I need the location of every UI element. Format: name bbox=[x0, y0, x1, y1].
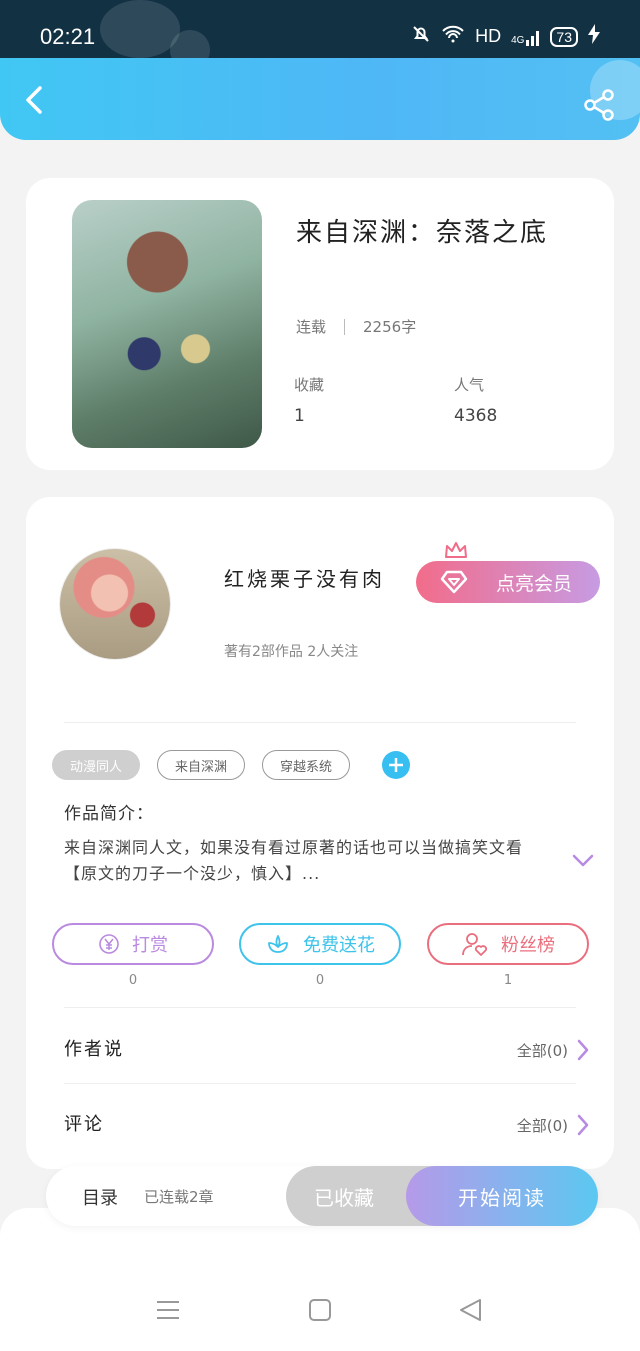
home-square-icon bbox=[309, 1299, 331, 1321]
crown-icon bbox=[445, 542, 467, 558]
expand-chevron-down-icon[interactable] bbox=[572, 853, 594, 869]
divider bbox=[64, 1007, 576, 1008]
comments-label: 评论 bbox=[64, 1114, 104, 1135]
charging-icon bbox=[588, 24, 600, 49]
diamond-icon bbox=[440, 570, 468, 594]
chevron-right-icon bbox=[577, 1114, 589, 1136]
toc-button[interactable]: 目录 bbox=[82, 1184, 118, 1210]
bottom-action-bar: 目录 已连载2章 已收藏 开始阅读 bbox=[46, 1166, 598, 1226]
toc-meta: 已连载2章 bbox=[144, 1188, 214, 1206]
intro-label: 作品简介： bbox=[64, 804, 154, 824]
mute-bell-icon bbox=[411, 24, 431, 49]
signal-icon: 4G bbox=[511, 28, 540, 46]
send-flower-label: 免费送花 bbox=[303, 935, 375, 956]
book-info-card: 来自深渊：奈落之底 连载 2256字 收藏 1 人气 4368 bbox=[26, 178, 614, 470]
status-bar: 02:21 HD 4G 73 bbox=[0, 0, 640, 70]
divider bbox=[64, 722, 576, 723]
network-label: HD bbox=[475, 26, 502, 46]
book-cover[interactable] bbox=[72, 200, 262, 448]
author-says-label: 作者说 bbox=[64, 1039, 124, 1060]
tip-button[interactable]: 打赏 bbox=[52, 923, 214, 965]
author-meta: 著有2部作品 2人关注 bbox=[224, 644, 359, 660]
book-title: 来自深渊：奈落之底 bbox=[296, 218, 549, 248]
plus-icon bbox=[389, 758, 403, 772]
home-nav-button[interactable] bbox=[308, 1298, 332, 1326]
favorites-value: 1 bbox=[294, 406, 305, 426]
tag-item[interactable]: 来自深渊 bbox=[157, 750, 245, 780]
avatar[interactable] bbox=[60, 549, 170, 659]
send-flower-button[interactable]: 免费送花 bbox=[239, 923, 401, 965]
header bbox=[0, 58, 640, 140]
back-nav-button[interactable] bbox=[458, 1298, 484, 1326]
popularity-value: 4368 bbox=[454, 406, 498, 426]
detail-card: 红烧栗子没有肉 著有2部作品 2人关注 点亮会员 动漫同人 来自深渊 穿越系统 … bbox=[26, 497, 614, 1169]
wifi-icon bbox=[441, 25, 465, 48]
favorites-label: 收藏 bbox=[294, 376, 325, 394]
fan-count: 1 bbox=[503, 973, 513, 988]
word-count: 2256字 bbox=[363, 318, 417, 336]
divider bbox=[64, 1083, 576, 1084]
tag-item[interactable]: 动漫同人 bbox=[52, 750, 140, 780]
divider bbox=[344, 318, 346, 335]
menu-icon bbox=[157, 1301, 179, 1319]
flower-count: 0 bbox=[315, 973, 325, 988]
popularity-label: 人气 bbox=[454, 376, 485, 394]
add-tag-button[interactable] bbox=[382, 751, 410, 779]
comments-all-link[interactable]: 全部(0) bbox=[517, 1114, 590, 1136]
chevron-left-icon bbox=[26, 86, 42, 114]
tip-label: 打赏 bbox=[132, 935, 168, 956]
battery-indicator: 73 bbox=[550, 26, 578, 47]
start-reading-button[interactable]: 开始阅读 bbox=[406, 1166, 598, 1226]
status-time: 02:21 bbox=[40, 24, 96, 49]
flower-icon bbox=[268, 935, 288, 953]
yen-icon bbox=[99, 934, 119, 954]
back-triangle-icon bbox=[460, 1299, 481, 1321]
menu-nav-button[interactable] bbox=[155, 1298, 181, 1326]
share-icon bbox=[584, 89, 614, 121]
chevron-right-icon bbox=[577, 1039, 589, 1061]
intro-text: 来自深渊同人文，如果没有看过原著的话也可以当做搞笑文看【原文的刀子一个没少，慎入… bbox=[64, 838, 524, 883]
fan-ranking-label: 粉丝榜 bbox=[501, 935, 555, 956]
tip-count: 0 bbox=[128, 973, 138, 988]
tag-item[interactable]: 穿越系统 bbox=[262, 750, 350, 780]
vip-button-label: 点亮会员 bbox=[495, 572, 572, 595]
fan-ranking-button[interactable]: 粉丝榜 bbox=[427, 923, 589, 965]
fan-icon bbox=[462, 933, 488, 956]
author-says-all-link[interactable]: 全部(0) bbox=[517, 1039, 590, 1061]
back-button[interactable] bbox=[20, 84, 52, 116]
bottom-sheet bbox=[0, 1208, 640, 1351]
share-button[interactable] bbox=[582, 88, 616, 122]
author-name[interactable]: 红烧栗子没有肉 bbox=[224, 563, 385, 592]
serial-status: 连载 bbox=[296, 318, 327, 336]
